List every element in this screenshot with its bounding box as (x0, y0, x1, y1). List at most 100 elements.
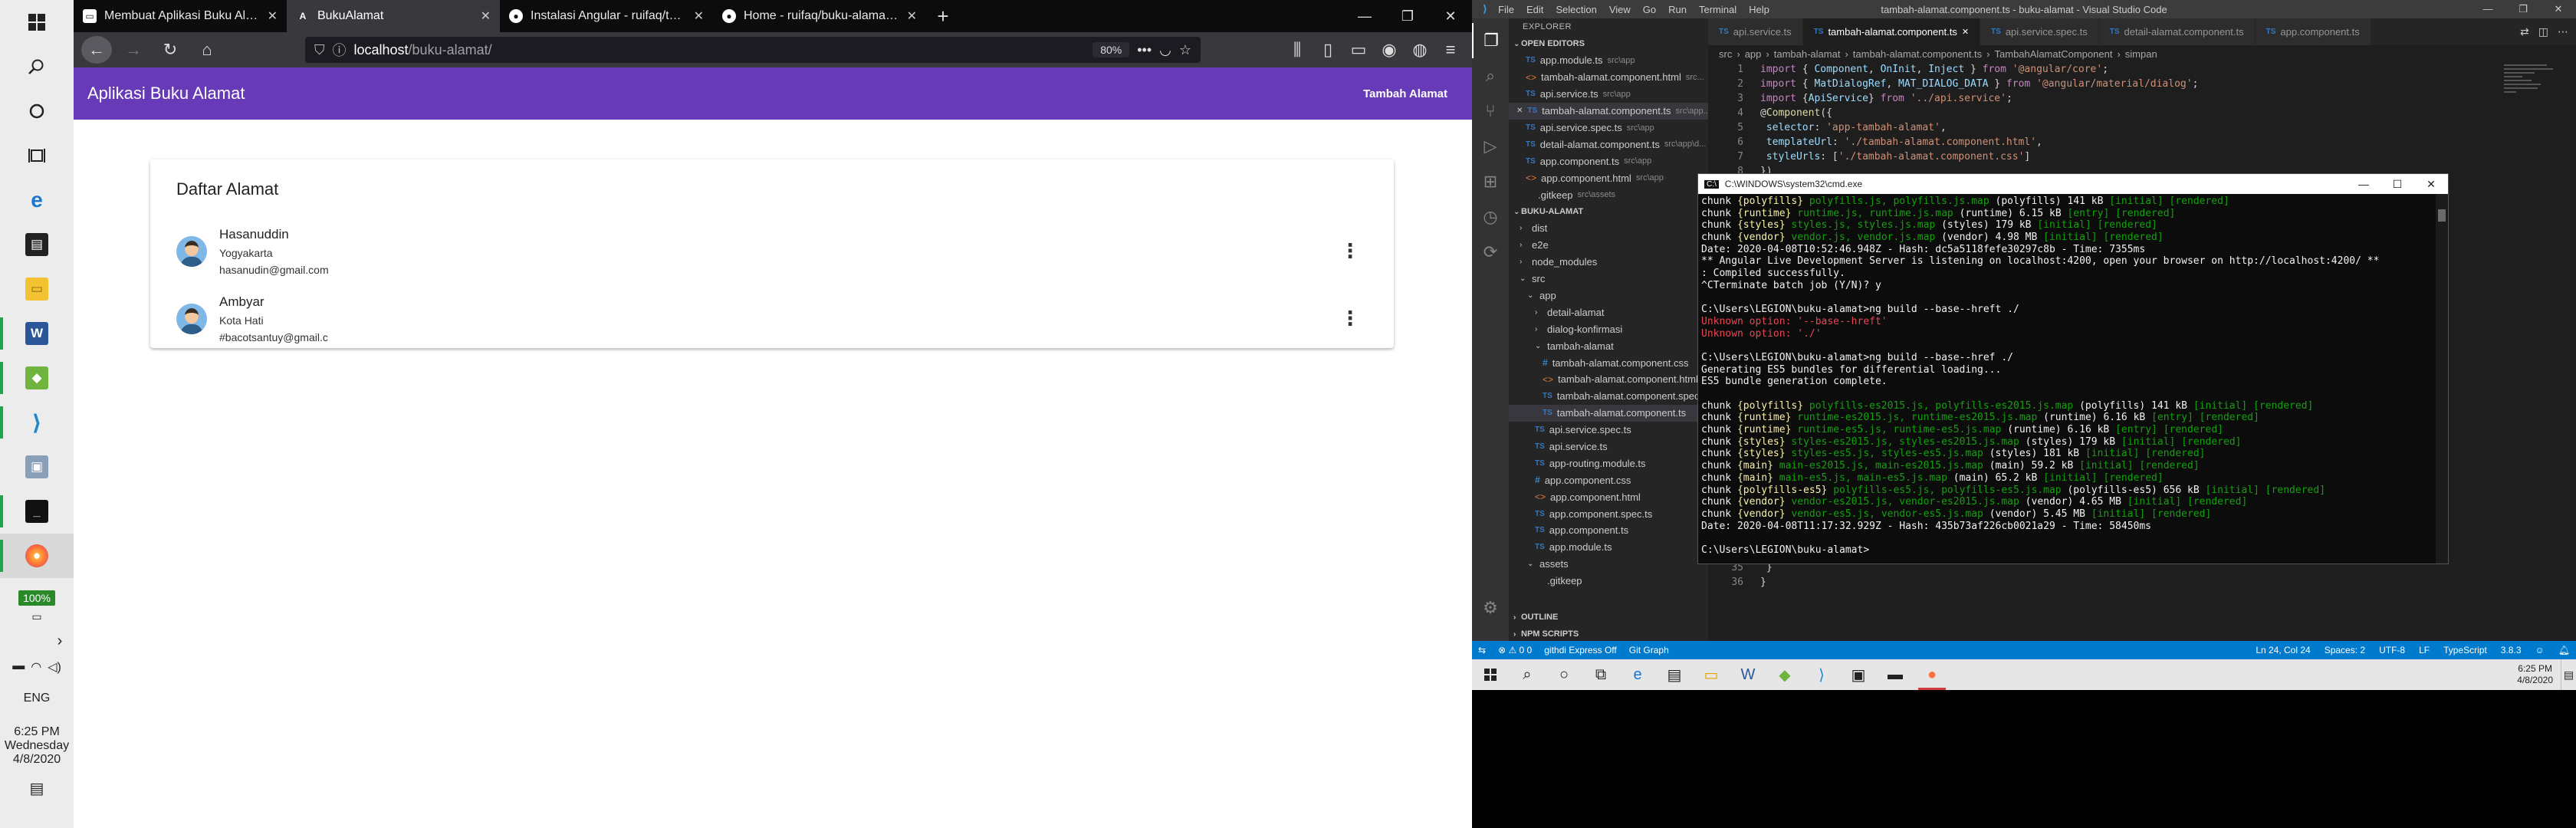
forward-arrow-icon[interactable]: → (118, 36, 149, 64)
clock-day[interactable]: Wednesday (5, 739, 69, 753)
word-icon[interactable]: W (1730, 659, 1766, 690)
encoding-status[interactable]: UTF-8 (2379, 645, 2405, 656)
open-editor-item[interactable]: TS api.service.ts src\app (1509, 86, 1708, 103)
git-graph-icon[interactable]: ⟳ (1472, 235, 1509, 270)
editor-tab[interactable]: TS app.component.ts (2255, 18, 2371, 45)
language-indicator[interactable]: ENG (24, 692, 51, 705)
npm-scripts-section[interactable]: › NPM SCRIPTS (1509, 626, 1708, 641)
store-icon[interactable]: ▤ (1656, 659, 1693, 690)
more-actions-icon[interactable]: ⋯ (2558, 25, 2568, 38)
close-tab-icon[interactable]: ✕ (907, 8, 917, 24)
tree-folder[interactable]: › e2e (1509, 237, 1708, 254)
vscode-icon[interactable]: ⟩ (0, 400, 74, 445)
menu-terminal[interactable]: Terminal (1699, 4, 1737, 15)
task-view-icon[interactable] (0, 133, 74, 178)
page-actions-icon[interactable]: ••• (1137, 42, 1152, 58)
menu-run[interactable]: Run (1668, 4, 1687, 15)
branch-status[interactable]: githdi Express Off (1544, 645, 1617, 656)
bluestacks-icon[interactable]: ◆ (1766, 659, 1803, 690)
tree-file[interactable]: TS tambah-alamat.component.ts (1509, 404, 1708, 422)
battery-indicator[interactable]: 100% (18, 590, 55, 606)
open-editor-item[interactable]: TS app.component.ts src\app (1509, 153, 1708, 169)
more-vert-icon[interactable]: ⋮ (1340, 241, 1360, 261)
language-mode[interactable]: TypeScript (2443, 645, 2487, 656)
photos-icon[interactable]: ▣ (0, 445, 74, 489)
wifi-icon[interactable]: ◠ (31, 659, 41, 675)
menu-file[interactable]: File (1498, 4, 1514, 15)
tree-file[interactable]: # tambah-alamat.component.css (1509, 354, 1708, 371)
list-item[interactable]: Hasanuddin Yogyakarta hasanudin@gmail.co… (176, 218, 1368, 285)
split-editor-icon[interactable]: ◫ (2538, 25, 2548, 38)
breadcrumb-item[interactable]: app (1745, 48, 1762, 60)
feedback-icon[interactable]: ☺ (2535, 645, 2545, 656)
library-icon[interactable]: ⫼ (1283, 36, 1311, 64)
open-editors-section[interactable]: ⌄ OPEN EDITORS (1509, 35, 1708, 52)
tree-file[interactable]: TS api.service.ts (1509, 439, 1708, 455)
editor-tab[interactable]: TS detail-alamat.component.ts (2098, 18, 2256, 45)
terminal-icon[interactable]: ▬ (1877, 659, 1914, 690)
cortana-icon[interactable]: ○ (1546, 659, 1582, 690)
menu-go[interactable]: Go (1643, 4, 1656, 15)
tree-folder[interactable]: ⌄ app (1509, 288, 1708, 304)
action-center-icon[interactable]: ▤ (2561, 659, 2576, 690)
tree-file[interactable]: TS tambah-alamat.component.spec.ts (1509, 388, 1708, 405)
url-bar[interactable]: ⛉ ⓘ localhost/buku-alamat/ 80% ••• ◡ ☆ (305, 37, 1201, 63)
debug-icon[interactable]: ▷ (1472, 129, 1509, 164)
sidebar-icon[interactable]: ▯ (1314, 36, 1342, 64)
ts-version[interactable]: 3.8.3 (2501, 645, 2522, 656)
task-view-icon[interactable]: ⧉ (1582, 659, 1619, 690)
edge-icon[interactable]: e (1619, 659, 1656, 690)
search-icon[interactable]: ⌕ (1509, 659, 1546, 690)
search-icon[interactable] (0, 44, 74, 89)
tree-folder[interactable]: › dialog-konfirmasi (1509, 320, 1708, 337)
file-explorer-icon[interactable]: ▭ (0, 267, 74, 311)
tree-folder[interactable]: › node_modules (1509, 254, 1708, 271)
minimize-icon[interactable]: — (1343, 0, 1386, 32)
breadcrumb-item[interactable]: TambahAlamatComponent (1995, 48, 2113, 60)
back-arrow-icon[interactable]: ← (81, 36, 112, 64)
home-icon[interactable]: ⌂ (192, 36, 222, 64)
add-address-button[interactable]: Tambah Alamat (1352, 81, 1458, 107)
tab-home-ruifaq[interactable]: ● Home - ruifaq/buku-alamat W ✕ (713, 0, 926, 32)
close-icon[interactable]: ✕ (1429, 0, 1472, 32)
menu-help[interactable]: Help (1749, 4, 1769, 15)
explorer-icon[interactable]: ❐ (1472, 23, 1509, 58)
close-editor-icon[interactable]: ✕ (1516, 107, 1523, 115)
editor-tab[interactable]: TS api.service.ts (1708, 18, 1803, 45)
restore-icon[interactable]: ❐ (1386, 0, 1429, 32)
open-editor-item[interactable]: ✕ TS tambah-alamat.component.ts src\app... (1509, 102, 1708, 120)
tree-folder[interactable]: ⌄ assets (1509, 556, 1708, 573)
open-editor-item[interactable]: TS detail-alamat.component.ts src\app\d... (1509, 136, 1708, 153)
maximize-icon[interactable]: ☐ (2380, 178, 2414, 191)
restore-icon[interactable]: ❐ (2505, 3, 2541, 15)
edge-icon[interactable]: e (0, 178, 74, 222)
notifications-bell-icon[interactable]: 🔔︎ (2558, 645, 2570, 656)
windows-start-icon[interactable] (0, 0, 74, 44)
close-tab-icon[interactable]: ✕ (268, 8, 278, 24)
extensions-icon[interactable]: ⊞ (1472, 164, 1509, 199)
search-icon[interactable]: ⌕ (1472, 58, 1509, 94)
breadcrumb-item[interactable]: simpan (2125, 48, 2157, 60)
photos-icon[interactable]: ▣ (1840, 659, 1877, 690)
project-section[interactable]: ⌄ BUKU-ALAMAT (1509, 203, 1708, 220)
cmd-output[interactable]: chunk {polyfills} polyfills.js, polyfill… (1698, 194, 2448, 564)
firefox-icon[interactable]: ● (1914, 659, 1950, 690)
terminal-icon[interactable]: _ (0, 489, 74, 534)
battery-tray-icon[interactable]: ▬ (12, 659, 25, 675)
menu-selection[interactable]: Selection (1556, 4, 1596, 15)
tree-file[interactable]: # app.component.css (1509, 472, 1708, 488)
menu-view[interactable]: View (1609, 4, 1631, 15)
breadcrumb-item[interactable]: tambah-alamat (1774, 48, 1841, 60)
vscode-icon[interactable]: ⟩ (1803, 659, 1840, 690)
remote-status-icon[interactable]: ⇆ (1478, 645, 1486, 656)
bookmark-star-icon[interactable]: ☆ (1179, 42, 1191, 58)
shield-icon[interactable]: ⛉ (314, 42, 325, 58)
editor-tab[interactable]: TS api.service.spec.ts (1980, 18, 2099, 45)
cmd-scrollbar[interactable] (2436, 194, 2448, 564)
settings-gear-icon[interactable]: ⚙ (1472, 590, 1509, 626)
tree-folder[interactable]: ⌄ src (1509, 271, 1708, 288)
firefox-icon[interactable]: ● (0, 534, 74, 578)
clock-date[interactable]: 4/8/2020 (13, 753, 61, 767)
close-icon[interactable]: ✕ (2414, 178, 2448, 191)
minimap[interactable] (2504, 62, 2565, 185)
